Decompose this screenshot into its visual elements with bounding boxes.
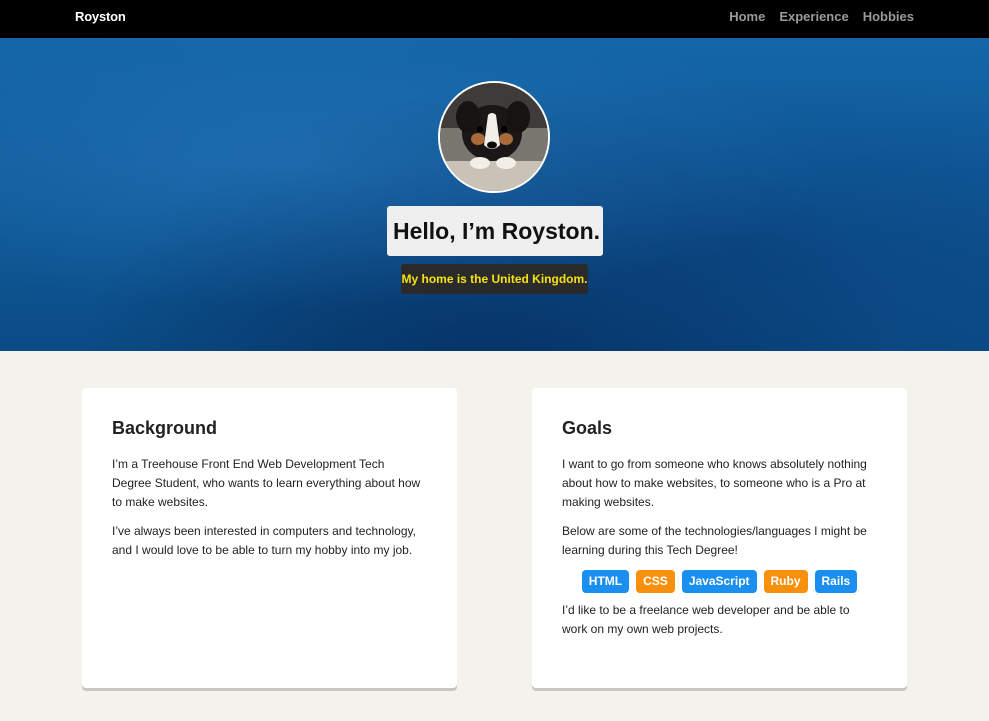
nav-link-home[interactable]: Home (729, 9, 765, 24)
technology-tags: HTML CSS JavaScript Ruby Rails (562, 570, 877, 593)
nav-link-hobbies[interactable]: Hobbies (863, 9, 914, 24)
nav-link-experience[interactable]: Experience (779, 9, 848, 24)
hero-tagline: My home is the United Kingdom. (401, 264, 588, 294)
top-navbar: Royston Home Experience Hobbies (0, 0, 989, 38)
goals-paragraph-2: Below are some of the technologies/langu… (562, 524, 867, 557)
brand-link[interactable]: Royston (75, 9, 126, 24)
goals-heading: Goals (562, 418, 613, 438)
goals-paragraph-1: I want to go from someone who knows abso… (562, 457, 867, 509)
background-card: Background I’m a Treehouse Front End Web… (82, 388, 457, 688)
avatar (438, 81, 550, 193)
hero-title: Hello, I’m Royston. (387, 206, 603, 256)
tag-rails: Rails (814, 570, 858, 593)
background-paragraph-1: I’m a Treehouse Front End Web Developmen… (112, 457, 421, 509)
tag-ruby: Ruby (763, 570, 808, 593)
tag-html: HTML (581, 570, 630, 593)
nav-links: Home Experience Hobbies (729, 9, 914, 24)
tag-css: CSS (636, 570, 675, 593)
puppy-photo-icon (440, 83, 548, 191)
tag-javascript: JavaScript (681, 570, 757, 593)
hero-banner: Hello, I’m Royston. My home is the Unite… (0, 38, 989, 351)
background-heading: Background (112, 418, 218, 438)
goals-card: Goals I want to go from someone who know… (532, 388, 907, 688)
goals-paragraph-3: I’d like to be a freelance web developer… (562, 603, 850, 636)
background-paragraph-2: I’ve always been interested in computers… (112, 524, 416, 557)
